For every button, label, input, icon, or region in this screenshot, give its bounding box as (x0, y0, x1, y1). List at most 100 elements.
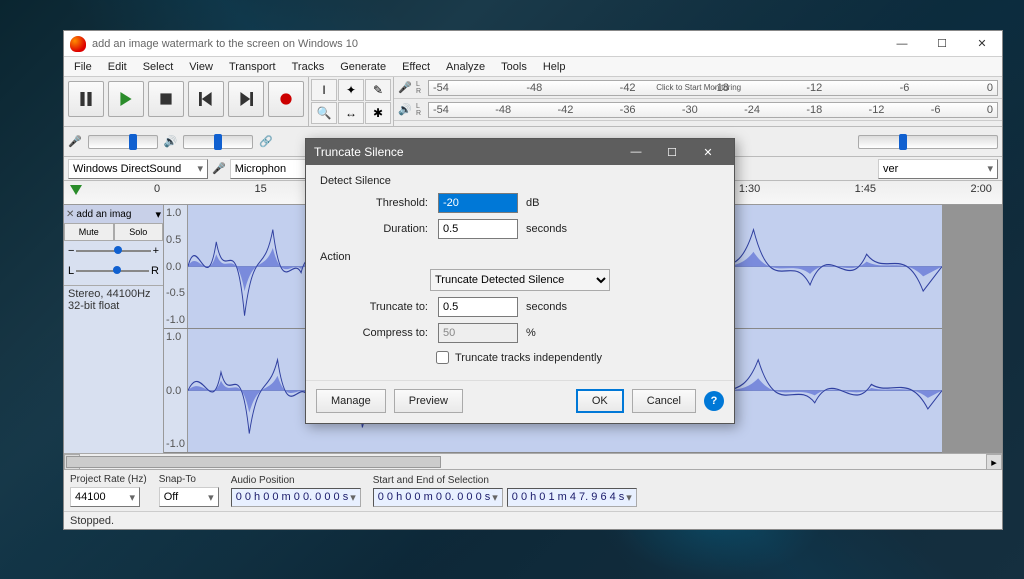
mute-button[interactable]: Mute (64, 223, 114, 241)
menu-effect[interactable]: Effect (396, 59, 436, 75)
meter-channels: LR (416, 103, 424, 117)
statusbar: Stopped. (64, 511, 1002, 529)
track-pan-slider[interactable] (76, 270, 149, 272)
stop-button[interactable] (148, 81, 184, 117)
record-button[interactable] (268, 81, 304, 117)
maximize-button[interactable]: ☐ (922, 31, 962, 57)
microphone-icon: 🎤 (212, 162, 226, 175)
ok-button[interactable]: OK (576, 389, 624, 413)
truncate-silence-dialog: Truncate Silence — ☐ ✕ Detect Silence Th… (305, 138, 735, 424)
selection-label: Start and End of Selection (373, 475, 637, 486)
playback-device-combo[interactable]: ver▾ (878, 159, 998, 179)
timeshift-tool-icon[interactable]: ↔ (338, 102, 364, 124)
scroll-right-icon[interactable]: ▸ (986, 454, 1002, 470)
compress-to-label: Compress to: (320, 327, 438, 339)
speaker-icon: 🔊 (164, 135, 178, 148)
play-button[interactable] (108, 81, 144, 117)
envelope-tool-icon[interactable]: ✦ (338, 79, 364, 101)
scrollbar-thumb[interactable] (66, 456, 441, 468)
microphone-icon: 🎤 (68, 135, 82, 148)
threshold-label: Threshold: (320, 197, 438, 209)
meter-channels: LR (416, 81, 424, 95)
selection-toolbar: Project Rate (Hz) 44100▾ Snap-To Off▾ Au… (64, 469, 1002, 511)
recording-volume-slider[interactable] (88, 135, 158, 149)
detect-silence-group: Detect Silence (320, 175, 720, 187)
action-select[interactable]: Truncate Detected Silence (430, 269, 610, 291)
click-to-monitor[interactable]: Click to Start Monitoring (656, 83, 741, 92)
track-info: Stereo, 44100Hz 32-bit float (64, 285, 163, 314)
menu-transport[interactable]: Transport (223, 59, 282, 75)
track-control-panel: ✕ add an imag ▾ Mute Solo −+ LR Stereo, … (64, 205, 164, 453)
track-close-icon[interactable]: ✕ (66, 209, 74, 220)
playback-speed-slider[interactable] (858, 135, 998, 149)
track-name[interactable]: add an imag (76, 209, 153, 220)
close-button[interactable]: ✕ (962, 31, 1002, 57)
audio-position-label: Audio Position (231, 475, 361, 486)
menu-select[interactable]: Select (137, 59, 180, 75)
truncate-to-label: Truncate to: (320, 301, 438, 313)
status-text: Stopped. (70, 515, 114, 527)
truncate-independently-checkbox[interactable] (436, 351, 449, 364)
audio-position-field[interactable]: 0 0 h 0 0 m 0 0. 0 0 0 s▾ (231, 488, 361, 507)
solo-button[interactable]: Solo (114, 223, 164, 241)
help-icon[interactable]: ? (704, 391, 724, 411)
menu-tools[interactable]: Tools (495, 59, 533, 75)
menu-edit[interactable]: Edit (102, 59, 133, 75)
transport-toolbar (64, 77, 309, 126)
titlebar: add an image watermark to the screen on … (64, 31, 1002, 57)
track-gain-slider[interactable] (76, 250, 150, 252)
minimize-button[interactable]: — (882, 31, 922, 57)
toolbars: I ✦ ✎ 🔍 ↔ ✱ 🎤 LR -54 -48 -42 Click to St… (64, 77, 1002, 127)
manage-button[interactable]: Manage (316, 389, 386, 413)
cancel-button[interactable]: Cancel (632, 389, 696, 413)
preview-button[interactable]: Preview (394, 389, 463, 413)
audio-host-combo[interactable]: Windows DirectSound▾ (68, 159, 208, 179)
snap-to-label: Snap-To (159, 474, 219, 485)
dialog-minimize-button[interactable]: — (618, 139, 654, 165)
window-title: add an image watermark to the screen on … (92, 38, 882, 50)
speaker-icon: 🔊 (398, 103, 412, 116)
truncate-independently-label: Truncate tracks independently (455, 352, 602, 364)
duration-label: Duration: (320, 223, 438, 235)
snap-to-combo[interactable]: Off▾ (159, 487, 219, 507)
tool-grid: I ✦ ✎ 🔍 ↔ ✱ (309, 77, 394, 126)
project-rate-label: Project Rate (Hz) (70, 474, 147, 485)
dialog-maximize-button[interactable]: ☐ (654, 139, 690, 165)
menu-tracks[interactable]: Tracks (286, 59, 331, 75)
multi-tool-icon[interactable]: ✱ (365, 102, 391, 124)
menu-analyze[interactable]: Analyze (440, 59, 491, 75)
dialog-close-button[interactable]: ✕ (690, 139, 726, 165)
selection-start-field[interactable]: 0 0 h 0 0 m 0 0. 0 0 0 s▾ (373, 488, 503, 507)
action-group: Action (320, 251, 720, 263)
playback-meter[interactable]: 🔊 LR -54 -48 -42 -36 -30 -24 -18 -12 -6 … (394, 99, 1002, 121)
track-right-gutter (942, 205, 1002, 453)
truncate-to-input[interactable] (438, 297, 518, 317)
meters: 🎤 LR -54 -48 -42 Click to Start Monitori… (394, 77, 1002, 126)
skip-end-button[interactable] (228, 81, 264, 117)
zoom-tool-icon[interactable]: 🔍 (311, 102, 337, 124)
skip-start-button[interactable] (188, 81, 224, 117)
threshold-input[interactable] (438, 193, 518, 213)
track-menu-icon[interactable]: ▾ (155, 208, 161, 221)
pause-button[interactable] (68, 81, 104, 117)
app-icon (70, 36, 86, 52)
menu-help[interactable]: Help (537, 59, 572, 75)
dialog-title: Truncate Silence (314, 145, 618, 159)
menubar: File Edit Select View Transport Tracks G… (64, 57, 1002, 77)
draw-tool-icon[interactable]: ✎ (365, 79, 391, 101)
recording-meter[interactable]: 🎤 LR -54 -48 -42 Click to Start Monitori… (394, 77, 1002, 99)
playback-volume-slider[interactable] (183, 135, 253, 149)
compress-to-input (438, 323, 518, 343)
selection-end-field[interactable]: 0 0 h 0 1 m 4 7. 9 6 4 s▾ (507, 488, 637, 507)
playhead-icon[interactable] (70, 185, 82, 195)
horizontal-scrollbar[interactable]: ◂ ▸ (64, 453, 1002, 469)
duration-input[interactable] (438, 219, 518, 239)
menu-view[interactable]: View (183, 59, 219, 75)
selection-tool-icon[interactable]: I (311, 79, 337, 101)
share-icon[interactable]: 🔗 (259, 135, 273, 148)
menu-file[interactable]: File (68, 59, 98, 75)
microphone-icon: 🎤 (398, 81, 412, 94)
menu-generate[interactable]: Generate (334, 59, 392, 75)
project-rate-combo[interactable]: 44100▾ (70, 487, 140, 507)
dialog-titlebar: Truncate Silence — ☐ ✕ (306, 139, 734, 165)
